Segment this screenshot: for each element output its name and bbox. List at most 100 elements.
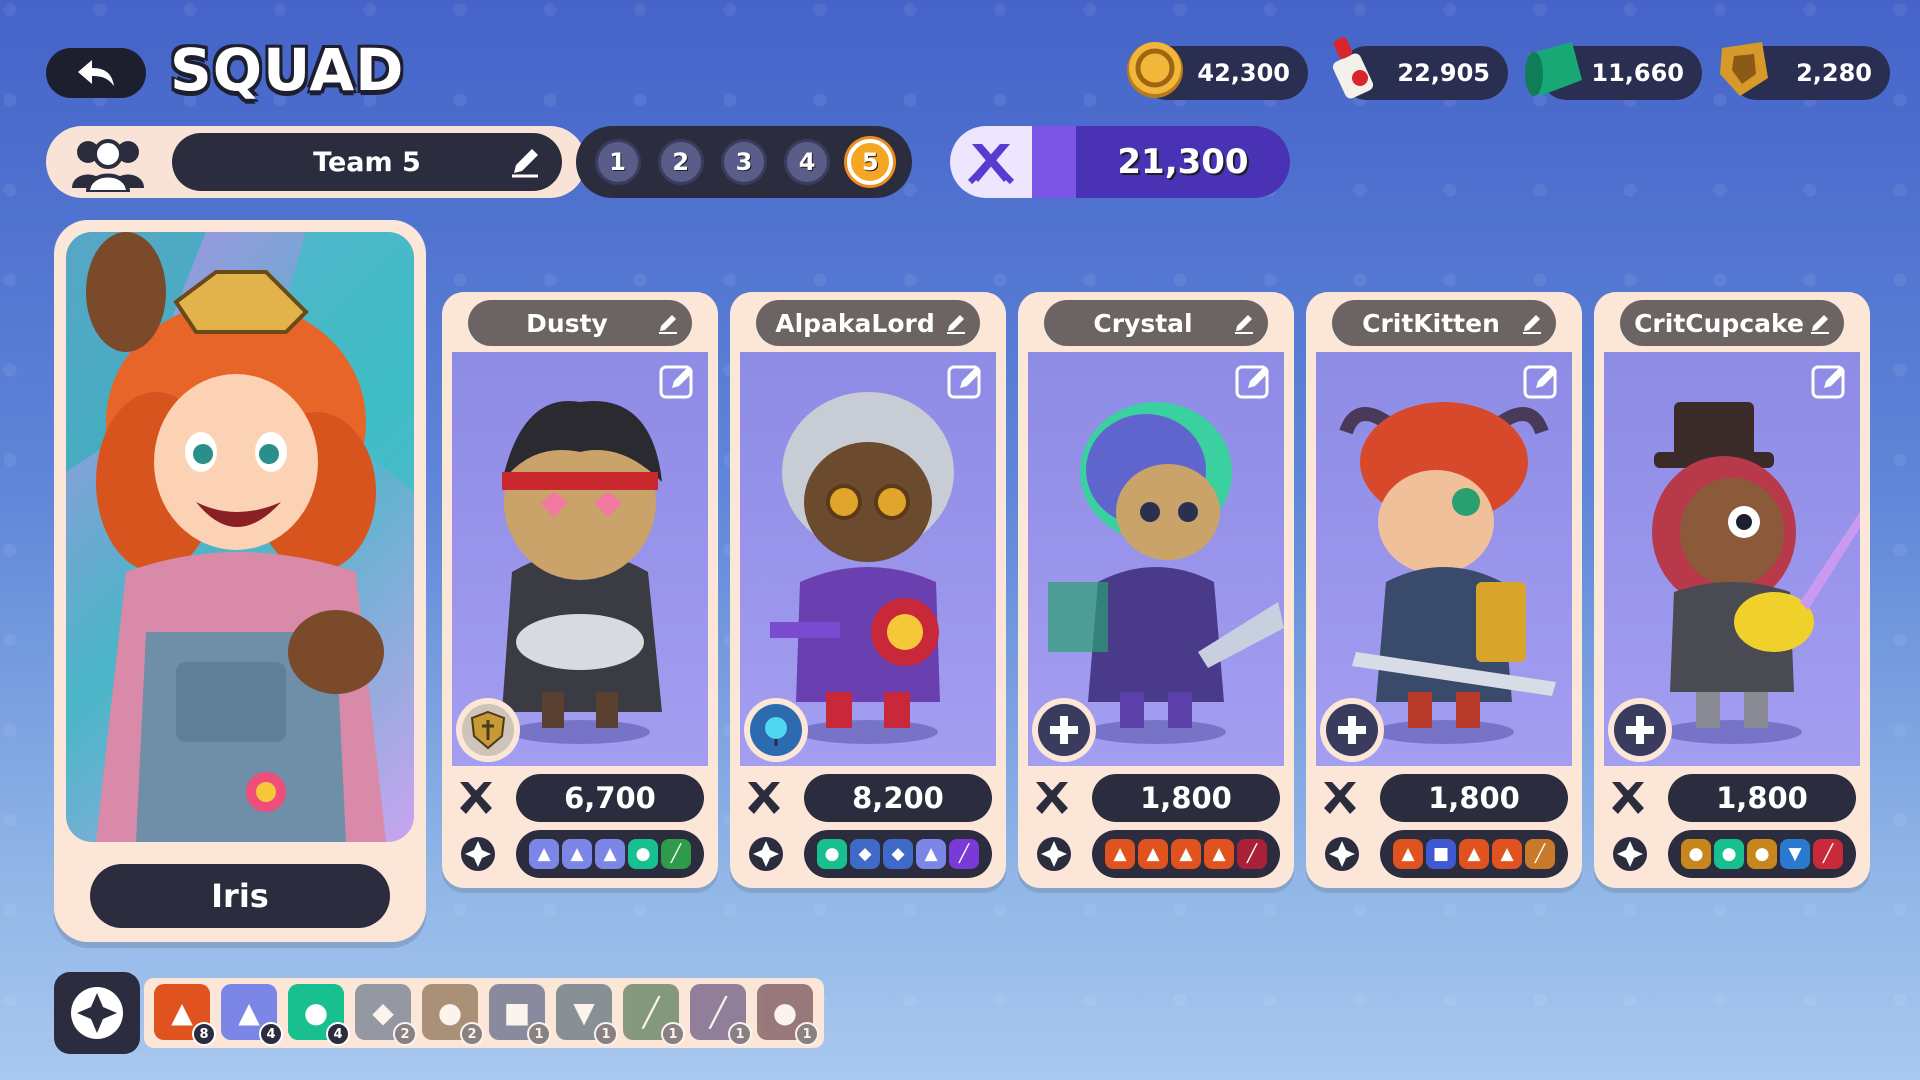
leader-name: Iris (90, 864, 390, 928)
team-slot-5[interactable]: 5 (847, 139, 894, 185)
hat-icon[interactable]: ● 2 (422, 984, 484, 1046)
back-button[interactable] (46, 48, 146, 98)
mace-icon[interactable]: ● 1 (757, 984, 819, 1046)
shield-icon (470, 710, 506, 750)
leader-portrait (66, 232, 414, 842)
hero-badge[interactable] (1608, 698, 1672, 762)
edit-icon[interactable] (1522, 362, 1562, 402)
synergy-count: 1 (795, 1022, 819, 1046)
team-power-value: 21,300 (1117, 142, 1249, 182)
edit-icon[interactable] (658, 362, 698, 402)
team-power: 21,300 (950, 126, 1290, 198)
squad-card[interactable]: CritKitten 1,800 ▲ ■ ▲ ▲ ╱ (1306, 292, 1582, 888)
synergy-count: 1 (594, 1022, 618, 1046)
synergy-count: 2 (460, 1022, 484, 1046)
pencil-icon[interactable] (944, 311, 968, 335)
team-power-icon-bg (950, 126, 1032, 198)
shield-icon[interactable]: ▼ 1 (556, 984, 618, 1046)
squad-card[interactable]: CritCupcake 1,800 ● ● ● ▼ ╱ (1594, 292, 1870, 888)
squad-card[interactable]: Crystal 1,800 ▲ ▲ ▲ ▲ ╱ (1018, 292, 1294, 888)
hero-name: CritKitten (1362, 308, 1500, 338)
cat-icon: ● (628, 839, 658, 869)
synergy-star-icon (1325, 837, 1359, 871)
edit-icon[interactable] (1234, 362, 1274, 402)
squad-card[interactable]: Dusty 6,700 ▲ ▲ ▲ ● ╱ (442, 292, 718, 888)
hero-badge[interactable] (1032, 698, 1096, 762)
pencil-icon[interactable] (1232, 311, 1256, 335)
crest-icon[interactable]: ◆ 2 (355, 984, 417, 1046)
leader-character-art (66, 232, 414, 842)
crossed-swords-icon (460, 782, 492, 814)
team-slot-3[interactable]: 3 (720, 139, 767, 185)
crest-icon: ◆ (850, 839, 880, 869)
hero-power-row: 1,800 (1608, 774, 1856, 822)
hero-badge (744, 698, 808, 762)
hero-synergy-row: ▲ ■ ▲ ▲ ╱ (1320, 830, 1568, 878)
currency-fabric: 11,660 (1525, 42, 1702, 100)
team-power-divider (1032, 126, 1076, 198)
hero-name-field[interactable]: Dusty (468, 300, 692, 346)
team-slot-4[interactable]: 4 (784, 139, 831, 185)
currency-badges: 2,280 (1720, 42, 1890, 100)
coins-amount: 42,300 (1197, 59, 1290, 87)
pencil-icon[interactable] (1520, 311, 1544, 335)
badges-amount: 2,280 (1796, 59, 1872, 87)
dino-icon[interactable]: ▲ 8 (154, 984, 216, 1046)
hero-name-field[interactable]: Crystal (1044, 300, 1268, 346)
shirt-icon: ▲ (595, 839, 625, 869)
team-slot-1[interactable]: 1 (594, 139, 641, 185)
dino-icon: ▲ (1459, 839, 1489, 869)
team-slot-2[interactable]: 2 (657, 139, 704, 185)
pencil-icon[interactable] (656, 311, 680, 335)
hero-name-field[interactable]: CritKitten (1332, 300, 1556, 346)
wand-icon: ╱ (1237, 839, 1267, 869)
hero-power-value: 1,800 (1092, 774, 1280, 822)
hero-badge[interactable] (1320, 698, 1384, 762)
hero-name: AlpakaLord (775, 308, 935, 338)
hero-synergy-icons: ▲ ■ ▲ ▲ ╱ (1380, 830, 1568, 878)
pencil-icon[interactable] (1808, 311, 1832, 335)
crossed-swords-icon (1324, 782, 1356, 814)
wand-icon: ╱ (949, 839, 979, 869)
shirt-icon: ▲ (529, 839, 559, 869)
dino-icon: ▲ (1138, 839, 1168, 869)
team-slot-selector: 1 2 3 4 5 (576, 126, 912, 198)
hero-power-value: 1,800 (1380, 774, 1568, 822)
pencil-icon[interactable] (508, 145, 542, 179)
crest-icon: ◆ (883, 839, 913, 869)
back-arrow-icon (78, 60, 114, 86)
hero-power-row: 6,700 (456, 774, 704, 822)
plus-icon (1338, 716, 1366, 744)
crossed-swords-icon (967, 144, 1015, 185)
team-name-label: Team 5 (313, 146, 421, 178)
edit-icon[interactable] (946, 362, 986, 402)
hero-name-field[interactable]: CritCupcake (1620, 300, 1844, 346)
dino-icon: ▲ (1204, 839, 1234, 869)
shirt-icon: ▲ (916, 839, 946, 869)
team-name-field[interactable]: Team 5 (172, 133, 562, 191)
synergy-star-icon (71, 987, 123, 1039)
gun-icon[interactable]: ■ 1 (489, 984, 551, 1046)
dino-icon: ▲ (1171, 839, 1201, 869)
synergy-button[interactable] (54, 972, 140, 1054)
currency-glue: 22,905 (1332, 37, 1508, 100)
synergy-bar: ▲ 8 ▲ 4 ● 4 ◆ 2 ● 2 ■ 1 ▼ 1 ╱ 1 ╱ 1 ● 1 (54, 972, 824, 1054)
squad-card[interactable]: AlpakaLord 8,200 ● ◆ ◆ ▲ ╱ (730, 292, 1006, 888)
blade-icon[interactable]: ╱ 1 (623, 984, 685, 1046)
plus-icon (1050, 716, 1078, 744)
hero-synergy-row: ● ◆ ◆ ▲ ╱ (744, 830, 992, 878)
synergy-count: 4 (326, 1022, 350, 1046)
shirt-icon[interactable]: ▲ 4 (221, 984, 283, 1046)
edit-icon[interactable] (1810, 362, 1850, 402)
cat-icon[interactable]: ● 4 (288, 984, 350, 1046)
hero-power-value: 8,200 (804, 774, 992, 822)
hero-synergy-icons: ● ● ● ▼ ╱ (1668, 830, 1856, 878)
hero-synergy-row: ▲ ▲ ▲ ▲ ╱ (1032, 830, 1280, 878)
wand-icon[interactable]: ╱ 1 (690, 984, 752, 1046)
hero-name-field[interactable]: AlpakaLord (756, 300, 980, 346)
hero-synergy-row: ▲ ▲ ▲ ● ╱ (456, 830, 704, 878)
leader-card[interactable]: Iris (54, 220, 426, 942)
cat-icon: ● (1714, 839, 1744, 869)
hero-art (1316, 352, 1572, 766)
crossed-swords-icon (1612, 782, 1644, 814)
